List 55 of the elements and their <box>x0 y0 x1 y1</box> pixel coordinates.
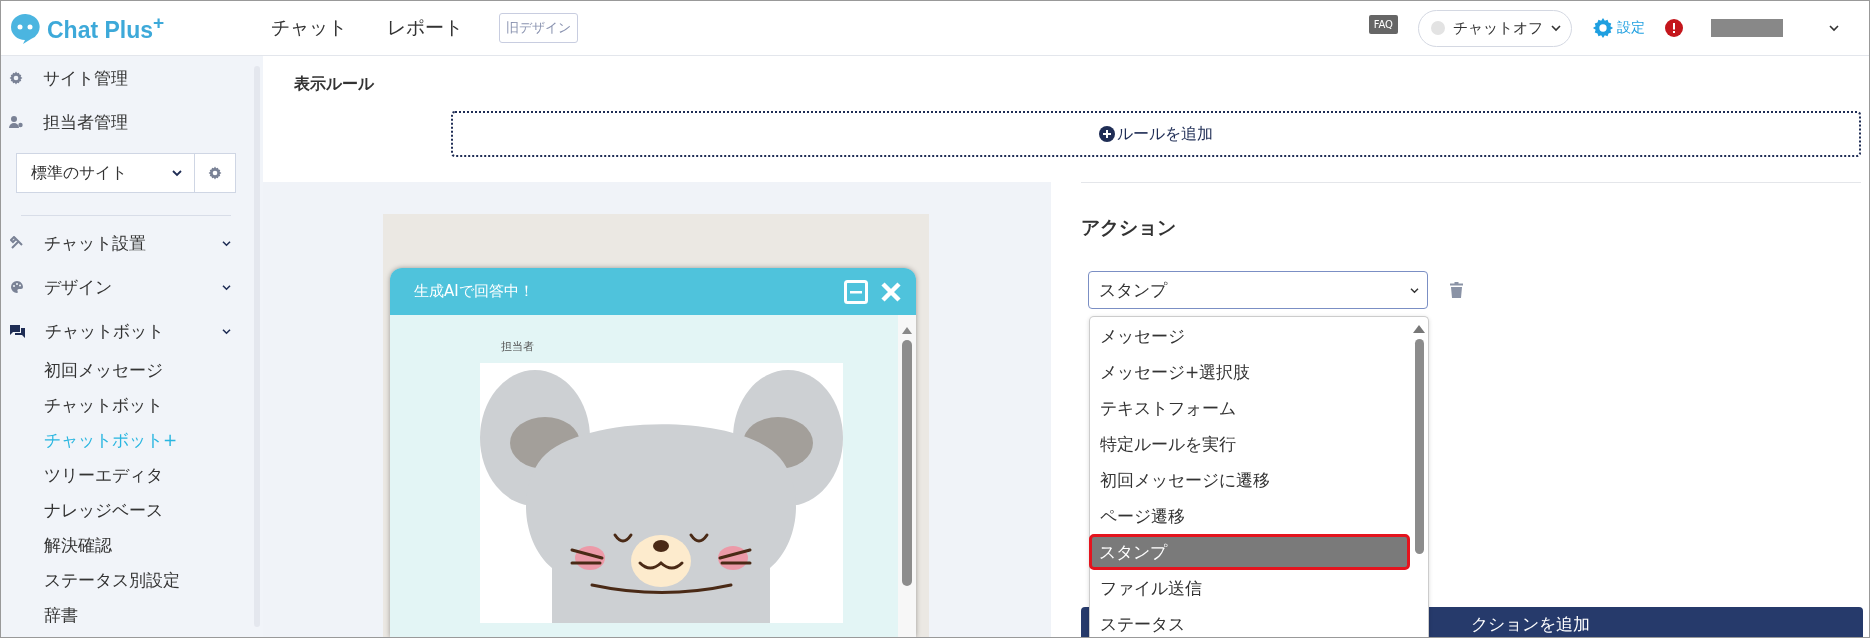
nav-link[interactable]: チャット <box>271 15 347 41</box>
section-title: アクション <box>1081 215 1177 240</box>
dropdown-option[interactable]: 初回メッセージに遷移 <box>1090 462 1410 498</box>
trash-icon[interactable] <box>1450 282 1463 298</box>
nav-link[interactable]: レポート <box>387 15 463 41</box>
scrollbar[interactable] <box>898 315 916 637</box>
chevron-down-icon <box>1410 286 1419 294</box>
dropdown-option[interactable]: メッセージ+選択肢 <box>1090 354 1410 390</box>
dropdown-option[interactable]: ページ遷移 <box>1090 498 1410 534</box>
faq-button[interactable]: FAQ <box>1368 14 1398 34</box>
scroll-up-arrow-icon[interactable] <box>902 327 912 334</box>
agent-label: 担当者 <box>501 339 535 354</box>
chat-icon <box>10 324 25 338</box>
sidebar-subitem[interactable]: 辞書 <box>1 598 251 633</box>
sidebar-subitem[interactable]: チャットボット <box>1 388 251 423</box>
sidebar-section[interactable]: デザイン <box>44 275 112 299</box>
sidebar-item[interactable]: サイト管理 <box>43 66 128 90</box>
action-type-select[interactable]: スタンプ <box>1088 271 1428 309</box>
dropdown-option[interactable]: スタンプ <box>1089 534 1410 570</box>
chevron-down-icon[interactable] <box>222 283 231 291</box>
sidebar-subitem[interactable]: 解決確認 <box>1 528 251 563</box>
person-gear-icon <box>9 116 23 128</box>
sidebar-subitem[interactable]: ツリーエディタ <box>1 458 251 493</box>
sidebar-section[interactable]: チャットボット <box>45 319 164 343</box>
dropdown-option[interactable]: テキストフォーム <box>1090 390 1410 426</box>
chevron-down-icon <box>172 169 182 177</box>
chevron-down-icon[interactable] <box>222 327 231 335</box>
dropdown-option[interactable]: 特定ルールを実行 <box>1090 426 1410 462</box>
dropdown-option[interactable]: メッセージ <box>1090 318 1410 354</box>
add-rule-button[interactable]: ルールを追加 <box>451 111 1861 157</box>
chat-status-dropdown[interactable]: チャットオフ <box>1418 9 1572 47</box>
sidebar-section[interactable]: チャット設置 <box>44 231 146 255</box>
sidebar-subitem[interactable]: 初回メッセージ <box>1 353 251 388</box>
chat-bubble-logo-icon <box>9 12 41 44</box>
minimize-icon[interactable] <box>844 279 868 304</box>
plus-circle-icon <box>1099 126 1115 142</box>
gear-icon <box>208 166 222 180</box>
chevron-down-icon[interactable] <box>222 239 231 247</box>
tools-icon <box>10 236 24 250</box>
sidebar-item[interactable]: 担当者管理 <box>43 110 128 134</box>
dropdown-option[interactable]: ステータス <box>1090 606 1410 637</box>
chevron-down-icon <box>1551 24 1561 32</box>
settings-icon[interactable] <box>1592 17 1614 39</box>
section-title: 表示ルール <box>294 74 375 95</box>
user-name-placeholder <box>1711 19 1783 37</box>
gear-icon <box>9 71 23 85</box>
alert-icon[interactable] <box>1665 19 1683 37</box>
sidebar-subitem[interactable]: ナレッジベース <box>1 493 251 528</box>
sidebar-subitem[interactable]: ステータス別設定 <box>1 563 251 598</box>
chat-title: 生成AIで回答中！ <box>414 282 534 301</box>
chevron-down-icon[interactable] <box>1829 24 1839 32</box>
scroll-up-arrow-icon[interactable] <box>1413 325 1425 333</box>
palette-icon <box>10 280 24 294</box>
dropdown-option[interactable]: ファイル送信 <box>1090 570 1410 606</box>
close-icon[interactable] <box>880 280 902 303</box>
